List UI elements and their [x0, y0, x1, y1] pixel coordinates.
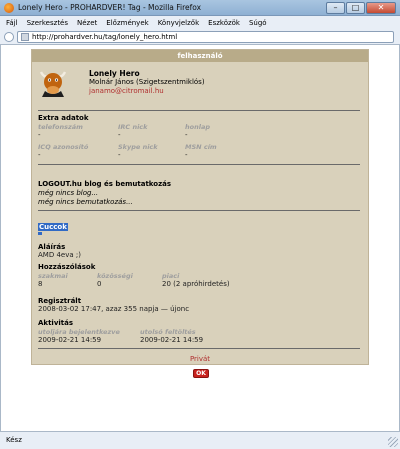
- ok-button[interactable]: OK: [193, 369, 209, 378]
- posts-community-label: közösségi: [97, 272, 133, 280]
- page-viewport: felhasználó Lonely Hero Molnár János (Sz…: [0, 45, 400, 431]
- msn-label: MSN cím: [185, 143, 217, 151]
- resize-grip-icon[interactable]: [388, 437, 398, 447]
- extra-section-title: Extra adatok: [38, 114, 89, 122]
- card-header: felhasználó: [32, 50, 368, 62]
- avatar-bull-icon: [38, 67, 68, 97]
- last-upload-label: utolsó feltöltés: [140, 328, 196, 336]
- menu-bar: Fájl Szerkesztés Nézet Előzmények Könyvj…: [0, 16, 400, 29]
- url-text[interactable]: http://prohardver.hu/tag/lonely_hero.htm…: [32, 33, 177, 41]
- menu-bookmarks[interactable]: Könyvjelzők: [158, 19, 199, 27]
- blog-section-title: LOGOUT.hu blog és bemutatkozás: [38, 180, 172, 188]
- minimize-button[interactable]: –: [326, 1, 345, 14]
- signature-title: Aláírás: [38, 243, 66, 251]
- homepage-label: honlap: [185, 123, 210, 131]
- real-name: Molnár János (Szigetszentmiklós): [89, 78, 205, 86]
- posts-market-label: piaci: [162, 272, 180, 280]
- text-selection-highlight: [38, 232, 42, 235]
- msn-value: -: [185, 151, 188, 159]
- skype-value: -: [118, 151, 121, 159]
- menu-tools[interactable]: Eszközök: [208, 19, 240, 27]
- address-bar[interactable]: http://prohardver.hu/tag/lonely_hero.htm…: [17, 30, 394, 43]
- status-text: Kész: [6, 436, 22, 444]
- posts-market-value: 20 (2 apróhirdetés): [162, 280, 230, 288]
- menu-file[interactable]: Fájl: [6, 19, 18, 27]
- registered-value: 2008-03-02 17:47, azaz 355 napja — újonc: [38, 305, 190, 313]
- status-bar: Kész: [0, 431, 400, 449]
- close-button[interactable]: ✕: [366, 1, 396, 14]
- posts-professional-value: 8: [38, 280, 43, 288]
- private-message-link[interactable]: Privát: [32, 355, 368, 363]
- navigation-bar: http://prohardver.hu/tag/lonely_hero.htm…: [0, 29, 400, 45]
- posts-community-value: 0: [97, 280, 102, 288]
- profile-card: felhasználó Lonely Hero Molnár János (Sz…: [31, 49, 369, 365]
- irc-value: -: [118, 131, 121, 139]
- phone-label: telefonszám: [38, 123, 83, 131]
- username: Lonely Hero: [89, 69, 140, 78]
- last-login-value: 2009-02-21 14:59: [38, 336, 102, 344]
- registered-title: Regisztrált: [38, 297, 82, 305]
- divider: [38, 110, 360, 111]
- skype-label: Skype nick: [118, 143, 158, 151]
- cuccok-heading: Cuccok: [38, 223, 68, 231]
- favicon-icon: [21, 32, 29, 41]
- intro-empty-text: még nincs bemutatkozás...: [38, 198, 133, 206]
- email-link[interactable]: janamo@citromail.hu: [89, 87, 164, 95]
- irc-label: IRC nick: [118, 123, 148, 131]
- divider: [38, 348, 360, 349]
- divider: [38, 164, 360, 165]
- last-upload-value: 2009-02-21 14:59: [140, 336, 204, 344]
- blog-empty-text: még nincs blog...: [38, 189, 99, 197]
- signature-value: AMD 4eva ;): [38, 251, 81, 259]
- maximize-button[interactable]: □: [346, 1, 365, 14]
- divider: [38, 210, 360, 211]
- window-controls: – □ ✕: [326, 1, 400, 14]
- posts-title: Hozzászólások: [38, 263, 96, 271]
- menu-edit[interactable]: Szerkesztés: [27, 19, 68, 27]
- icq-value: -: [38, 151, 41, 159]
- menu-history[interactable]: Előzmények: [106, 19, 148, 27]
- posts-professional-label: szakmai: [38, 272, 68, 280]
- identity-icon[interactable]: [4, 31, 14, 42]
- firefox-icon: [4, 2, 14, 13]
- homepage-value: -: [185, 131, 188, 139]
- window-title: Lonely Hero - PROHARDVER! Tag - Mozilla …: [18, 3, 202, 12]
- menu-view[interactable]: Nézet: [77, 19, 97, 27]
- title-bar: Lonely Hero - PROHARDVER! Tag - Mozilla …: [0, 0, 400, 16]
- activity-title: Aktivitás: [38, 319, 74, 327]
- icq-label: ICQ azonosító: [38, 143, 89, 151]
- last-login-label: utoljára bejelentkezve: [38, 328, 120, 336]
- phone-value: -: [38, 131, 41, 139]
- menu-help[interactable]: Súgó: [249, 19, 267, 27]
